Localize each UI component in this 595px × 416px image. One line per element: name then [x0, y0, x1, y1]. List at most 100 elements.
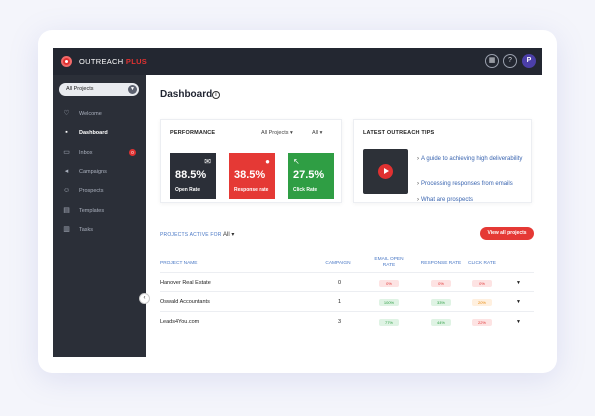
open-rate-value: 88.5% — [175, 169, 207, 181]
projects-active-for-value: All — [223, 232, 230, 238]
brand-name: OUTREACH PLUS — [79, 57, 147, 66]
performance-scope-filter-value: All — [312, 130, 319, 136]
logo-icon — [61, 56, 72, 67]
table-header-divider — [160, 272, 534, 273]
projects-active-for-select[interactable]: All ▾ — [223, 231, 234, 238]
click-rate-label: Click Rate — [293, 187, 318, 193]
click-rate-value: 27.5% — [293, 169, 325, 181]
response-rate-value: 38.5% — [234, 169, 266, 181]
inbox-icon: ▭ — [63, 149, 70, 156]
avatar[interactable]: P — [522, 54, 536, 68]
click-rate-pill: 20% — [472, 299, 492, 306]
column-header-project-name: PROJECT NAME — [160, 261, 198, 266]
lightbulb-icon: ♡ — [63, 110, 70, 117]
inbox-count-badge: 0 — [129, 149, 136, 156]
column-header-campaign: CAMPAIGN — [325, 261, 351, 266]
arrow-up-left-icon: ↖ — [293, 157, 300, 166]
campaign-cell: 1 — [338, 299, 342, 305]
chevron-down-icon: ▼ — [128, 85, 137, 94]
project-select[interactable]: All Projects ▼ — [59, 83, 139, 96]
chat-bubble-icon: ● — [265, 157, 270, 166]
project-name-cell[interactable]: Hanover Real Estate — [160, 280, 211, 286]
sidebar-item-label: Tasks — [79, 227, 94, 233]
click-rate-pill: 0% — [472, 280, 492, 287]
chevron-right-icon: › — [417, 156, 419, 162]
column-header-click-rate: CLICK RATE — [468, 261, 496, 266]
tips-panel: LATEST OUTREACH TIPS › A guide to achievi… — [353, 119, 532, 203]
play-icon[interactable] — [378, 164, 393, 179]
tips-title: LATEST OUTREACH TIPS — [363, 130, 435, 136]
grid-icon: ▪ — [65, 129, 68, 136]
response-rate-card: ● 38.5% Response rate — [229, 153, 275, 199]
sidebar-item-label: Dashboard — [79, 130, 108, 136]
chevron-right-icon: › — [417, 197, 419, 203]
project-name-cell[interactable]: Oswald Accountants — [160, 299, 210, 305]
open-rate-pill: 0% — [379, 280, 399, 287]
response-rate-pill: 44% — [431, 319, 451, 326]
chevron-down-icon: ▾ — [290, 130, 293, 136]
tip-link-prospects[interactable]: › What are prospects — [417, 196, 525, 205]
tip-link-text: A guide to achieving high deliverability — [421, 156, 523, 162]
project-select-value: All Projects — [66, 86, 94, 92]
help-icon[interactable]: ? — [503, 54, 517, 68]
open-rate-card: ✉ 88.5% Open Rate — [170, 153, 216, 199]
sidebar-item-dashboard[interactable]: ▪ Dashboard — [53, 125, 146, 141]
performance-project-filter-value: All Projects — [261, 130, 289, 136]
tip-link-responses[interactable]: › Processing responses from emails — [417, 180, 525, 189]
sidebar-item-label: Inbox — [79, 150, 93, 156]
info-icon[interactable]: i — [212, 91, 220, 99]
main-content: Dashboard i PERFORMANCE All Projects ▾ A… — [146, 75, 542, 357]
click-rate-card: ↖ 27.5% Click Rate — [288, 153, 334, 199]
chevron-down-icon: ▾ — [319, 130, 323, 136]
app-window: OUTREACH PLUS ▦ ? P All Projects ▼ ♡ Wel… — [53, 48, 542, 357]
calendar-icon[interactable]: ▦ — [485, 54, 499, 68]
sidebar-item-campaigns[interactable]: ◂ Campaigns — [53, 164, 146, 180]
column-header-email-open-rate: EMAIL OPEN RATE — [374, 257, 404, 268]
people-icon: ☺ — [63, 187, 71, 194]
campaign-cell: 3 — [338, 319, 342, 325]
sidebar-item-tasks[interactable]: ▥ Tasks — [53, 222, 146, 238]
performance-scope-filter[interactable]: All ▾ — [312, 130, 322, 136]
row-expand-caret-icon[interactable]: ▼ — [516, 280, 521, 286]
sidebar-item-label: Welcome — [79, 111, 102, 117]
open-rate-pill: 100% — [379, 299, 399, 306]
video-thumbnail[interactable] — [363, 149, 408, 194]
sidebar-item-label: Prospects — [79, 188, 104, 194]
campaign-cell: 0 — [338, 280, 342, 286]
sidebar-item-templates[interactable]: ▤ Templates — [53, 203, 146, 219]
open-rate-pill: 77% — [379, 319, 399, 326]
open-rate-label: Open Rate — [175, 187, 201, 193]
tip-link-text: Processing responses from emails — [421, 181, 513, 187]
row-expand-caret-icon[interactable]: ▼ — [516, 319, 521, 325]
column-header-response-rate: RESPONSE RATE — [420, 261, 462, 266]
chevron-down-icon: ▾ — [231, 232, 235, 238]
top-bar: OUTREACH PLUS ▦ ? P — [53, 48, 542, 75]
row-expand-caret-icon[interactable]: ▼ — [516, 299, 521, 305]
sidebar: All Projects ▼ ♡ Welcome ▪ Dashboard ▭ I… — [53, 75, 146, 357]
projects-active-for-label: PROJECTS ACTIVE FOR — [160, 232, 222, 238]
tasks-icon: ▥ — [63, 226, 70, 233]
performance-panel: PERFORMANCE All Projects ▾ All ▾ ✉ 88.5%… — [160, 119, 342, 203]
project-name-cell[interactable]: Leads4You.com — [160, 319, 199, 325]
performance-project-filter[interactable]: All Projects ▾ — [261, 130, 293, 136]
megaphone-icon: ◂ — [64, 168, 69, 175]
brand-name-main: OUTREACH — [79, 57, 124, 66]
tip-link-deliverability[interactable]: › A guide to achieving high deliverabilit… — [417, 155, 525, 164]
sidebar-item-inbox[interactable]: ▭ Inbox 0 — [53, 145, 146, 161]
sidebar-item-label: Templates — [79, 208, 105, 214]
sidebar-collapse-button[interactable]: ‹ — [139, 293, 150, 304]
template-icon: ▤ — [63, 207, 70, 214]
chevron-right-icon: › — [417, 181, 419, 187]
page-title: Dashboard — [160, 89, 213, 100]
sidebar-item-prospects[interactable]: ☺ Prospects — [53, 183, 146, 199]
brand-name-suffix: PLUS — [125, 57, 148, 66]
response-rate-pill: 33% — [431, 299, 451, 306]
response-rate-label: Response rate — [234, 187, 269, 193]
sidebar-item-label: Campaigns — [79, 169, 107, 175]
click-rate-pill: 22% — [472, 319, 492, 326]
response-rate-pill: 0% — [431, 280, 451, 287]
row-divider — [160, 291, 534, 292]
tip-link-text: What are prospects — [421, 197, 474, 203]
view-all-projects-button[interactable]: View all projects — [480, 227, 534, 240]
sidebar-item-welcome[interactable]: ♡ Welcome — [53, 106, 146, 122]
